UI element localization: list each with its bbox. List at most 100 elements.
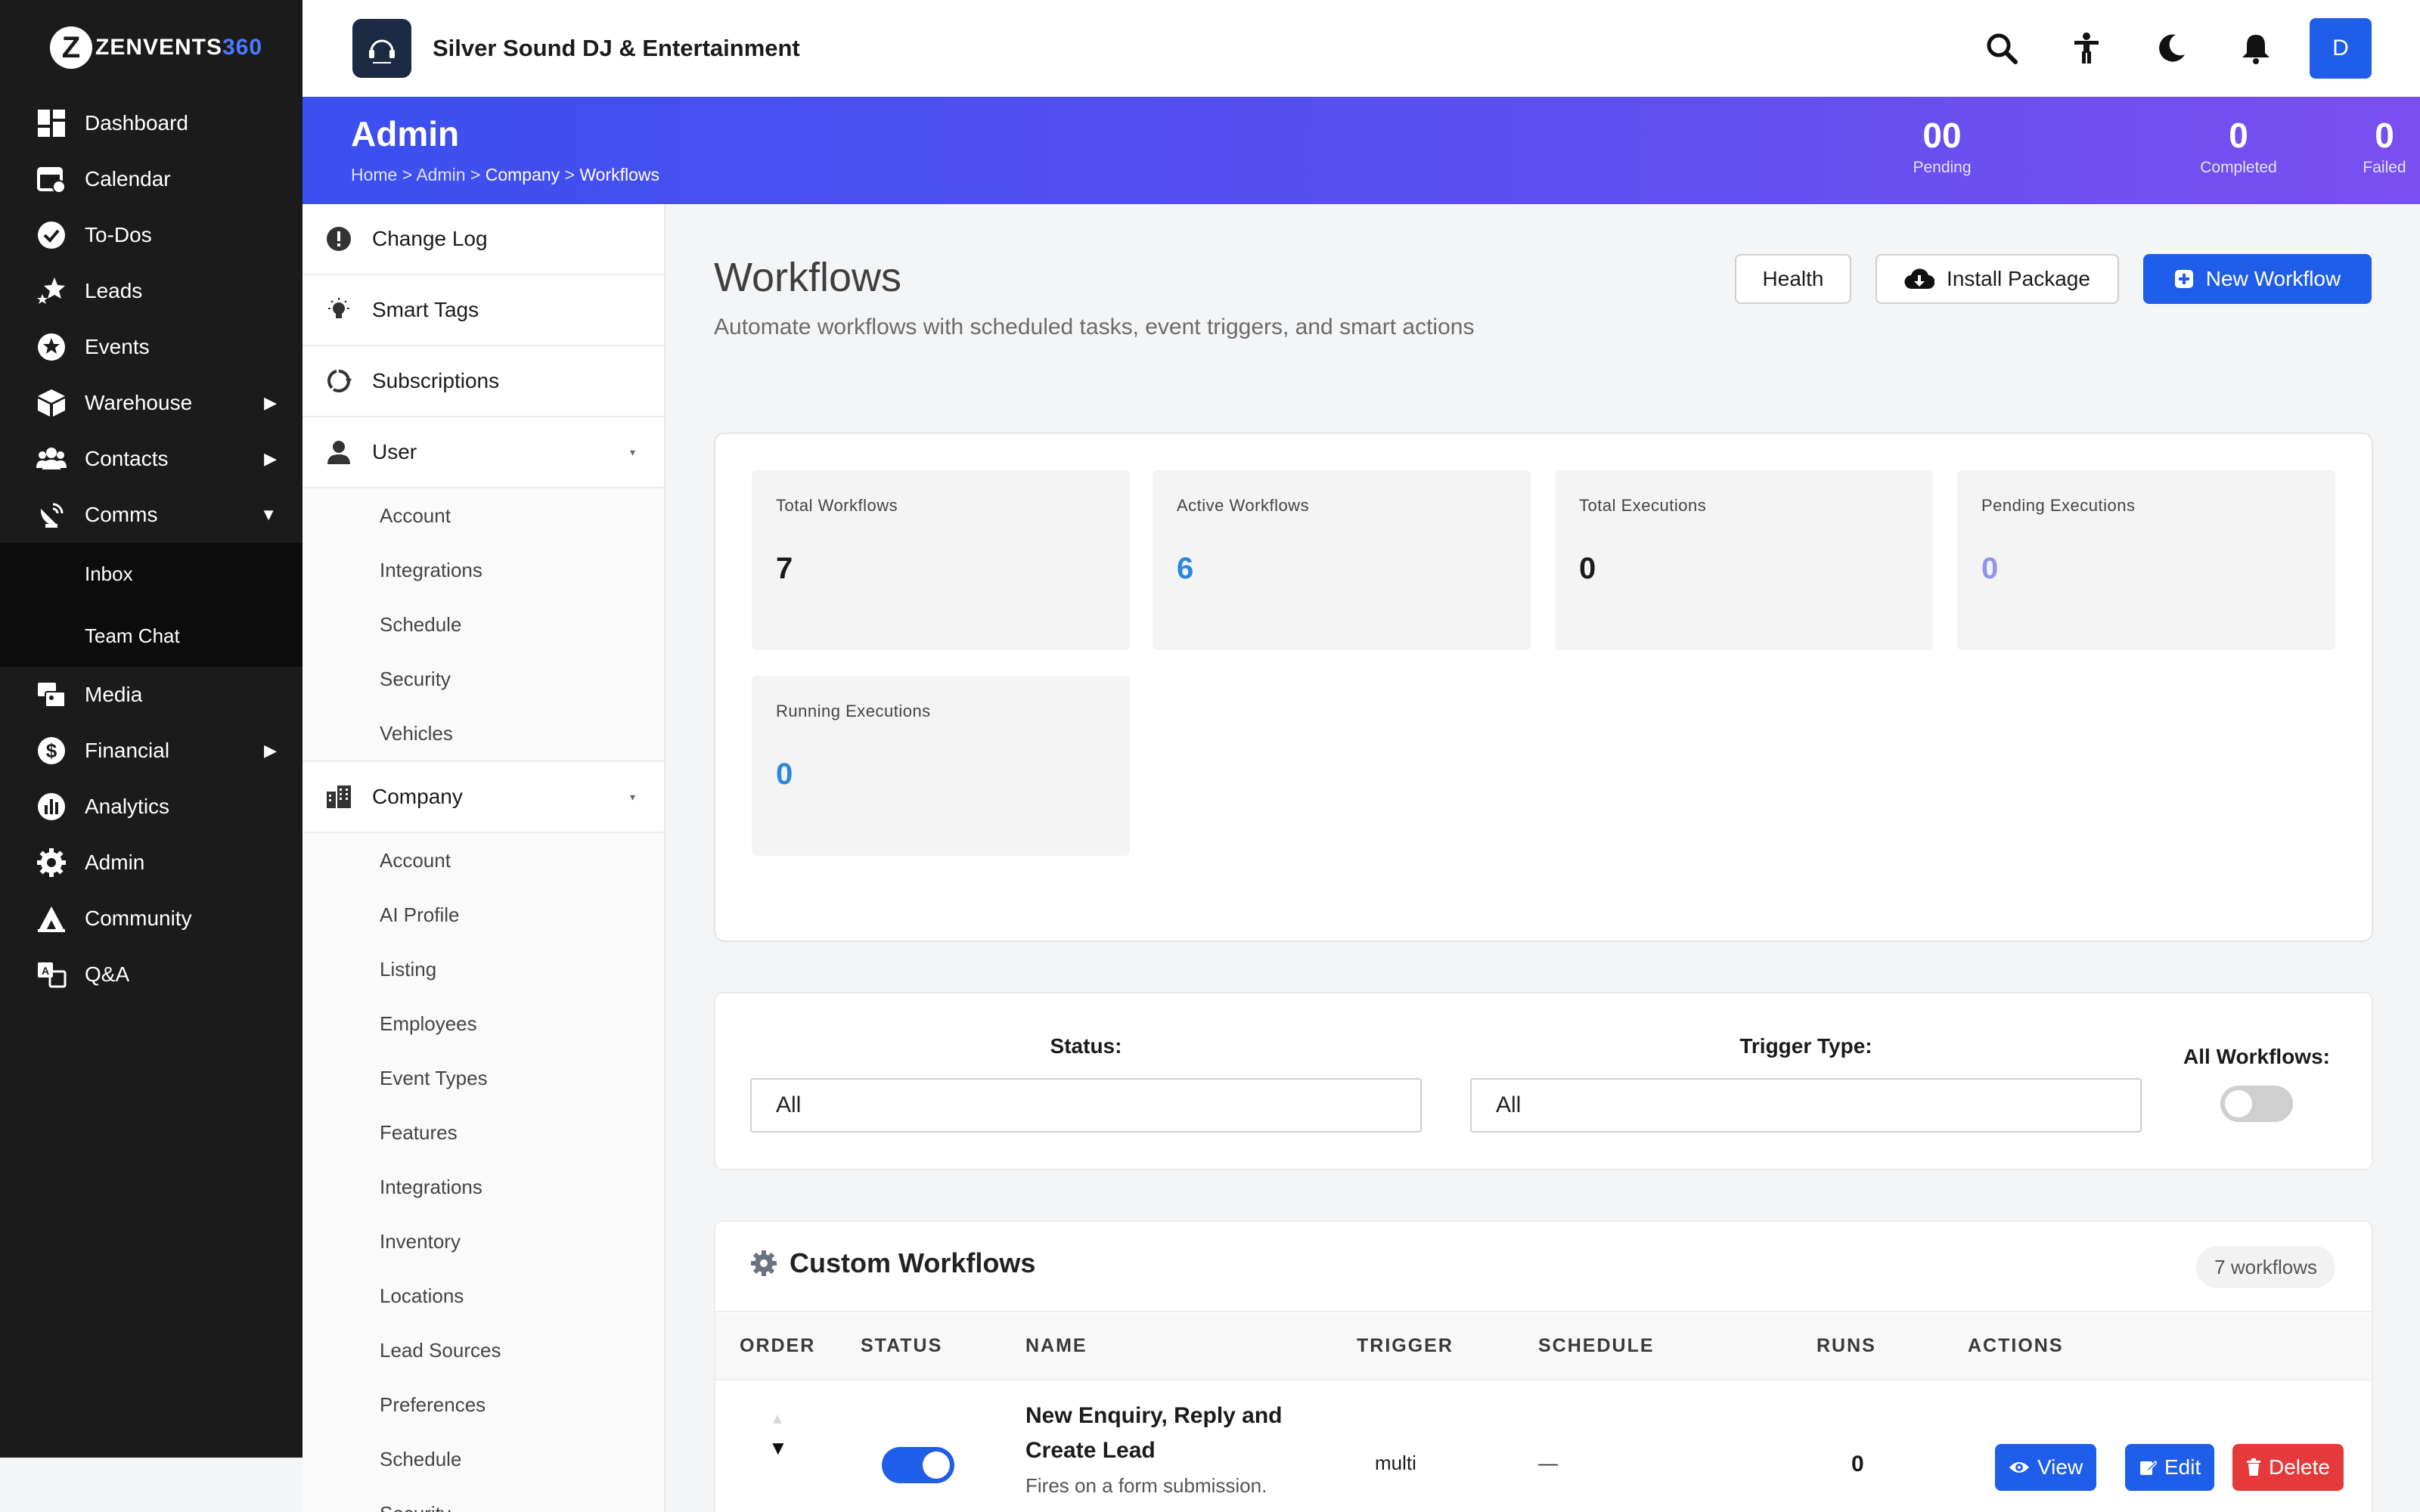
submenu-child-company-event-types[interactable]: Event Types (302, 1051, 664, 1105)
submenu-child-company-security[interactable]: Security (302, 1486, 664, 1512)
workflow-description: Fires on a form submission. (1025, 1474, 1267, 1497)
nav-item-analytics[interactable]: Analytics (0, 779, 302, 835)
order-down-arrow[interactable]: ▼ (768, 1436, 788, 1460)
column-header-schedule[interactable]: SCHEDULE (1538, 1335, 1655, 1357)
breadcrumb-home[interactable]: Home (351, 165, 397, 184)
trigger-filter-select[interactable]: All (1470, 1078, 2142, 1132)
health-button[interactable]: Health (1735, 254, 1851, 304)
submenu-item-change-log[interactable]: Change Log (302, 204, 664, 275)
nav-item-comms[interactable]: Comms ▼ (0, 487, 302, 543)
star-icon (35, 330, 68, 364)
moon-icon[interactable] (2140, 18, 2202, 79)
box-icon (35, 386, 68, 420)
company-logo[interactable] (352, 19, 411, 78)
nav-item-qa[interactable]: A Q&A (0, 947, 302, 1002)
caret-down-icon: ▾ (629, 790, 635, 803)
breadcrumb-separator: > (402, 165, 413, 184)
nav-item-media[interactable]: Media (0, 667, 302, 723)
stat-value: 0 (2229, 116, 2248, 155)
admin-banner: Admin Home > Admin > Company > Workflows… (302, 97, 2420, 204)
workflow-status-toggle[interactable] (882, 1447, 954, 1483)
brand-name: ZENVENTS360 (95, 35, 263, 60)
nav-item-calendar[interactable]: Calendar (0, 151, 302, 207)
nav-label: Analytics (85, 795, 170, 818)
submenu-child-company-account[interactable]: Account (302, 833, 664, 888)
submenu-child-user-integrations[interactable]: Integrations (302, 543, 664, 597)
submenu-item-user[interactable]: User ▾ (302, 417, 664, 488)
stat-card-label: Running Executions (776, 702, 931, 720)
submenu-child-company-schedule[interactable]: Schedule (302, 1432, 664, 1486)
table-header-row: ORDER STATUS NAME TRIGGER SCHEDULE RUNS … (715, 1314, 2372, 1380)
brand-logo[interactable]: Z ZENVENTS360 (0, 0, 302, 95)
all-workflows-toggle[interactable] (2220, 1086, 2293, 1122)
nav-item-todos[interactable]: To-Dos (0, 207, 302, 263)
submenu-child-company-lead-sources[interactable]: Lead Sources (302, 1323, 664, 1377)
svg-text:A: A (42, 965, 49, 977)
accessibility-icon[interactable] (2055, 18, 2118, 79)
stat-card-value: 7 (776, 552, 793, 585)
user-avatar[interactable]: D (2310, 18, 2372, 79)
column-header-order[interactable]: ORDER (740, 1335, 815, 1357)
breadcrumb: Home > Admin > Company > Workflows (351, 165, 659, 185)
submenu-child-company-locations[interactable]: Locations (302, 1269, 664, 1323)
install-package-button[interactable]: Install Package (1876, 254, 2119, 304)
submenu-child-user-security[interactable]: Security (302, 652, 664, 706)
submenu-child-company-ai-profile[interactable]: AI Profile (302, 888, 664, 942)
nav-item-warehouse[interactable]: Warehouse ▶ (0, 375, 302, 431)
dollar-icon: $ (35, 734, 68, 767)
status-filter-select[interactable]: All (750, 1078, 1422, 1132)
company-name: Silver Sound DJ & Entertainment (433, 35, 800, 61)
user-icon (324, 437, 354, 467)
submenu-child-user-account[interactable]: Account (302, 488, 664, 543)
edit-button[interactable]: Edit (2125, 1444, 2215, 1491)
comms-submenu: Inbox Team Chat (0, 543, 302, 667)
nav-item-admin[interactable]: Admin (0, 835, 302, 891)
nav-item-events[interactable]: Events (0, 319, 302, 375)
workflow-name[interactable]: New Enquiry, Reply and Create Lead (1025, 1399, 1320, 1468)
nav-item-community[interactable]: Community (0, 891, 302, 947)
nav-item-dashboard[interactable]: Dashboard (0, 95, 302, 151)
button-label: Health (1762, 267, 1824, 290)
breadcrumb-admin[interactable]: Admin (416, 165, 465, 184)
stat-card-total-workflows: Total Workflows 7 (752, 470, 1130, 650)
view-button[interactable]: View (1995, 1444, 2097, 1491)
trigger-filter-label: Trigger Type: (1739, 1034, 1872, 1058)
check-circle-icon (35, 218, 68, 252)
submenu-child-company-preferences[interactable]: Preferences (302, 1377, 664, 1432)
submenu-child-company-integrations[interactable]: Integrations (302, 1160, 664, 1214)
search-icon[interactable] (1971, 18, 2033, 79)
stat-card-total-executions: Total Executions 0 (1555, 470, 1933, 650)
column-header-status[interactable]: STATUS (861, 1335, 942, 1357)
bell-icon[interactable] (2225, 18, 2287, 79)
submenu-child-company-features[interactable]: Features (302, 1105, 664, 1160)
column-header-trigger[interactable]: TRIGGER (1357, 1335, 1454, 1357)
column-header-runs[interactable]: RUNS (1817, 1335, 1876, 1357)
nav-item-financial[interactable]: $ Financial ▶ (0, 723, 302, 779)
new-workflow-button[interactable]: New Workflow (2143, 254, 2372, 304)
breadcrumb-company[interactable]: Company (486, 165, 560, 184)
toggle-knob (2225, 1090, 2252, 1117)
nav-item-leads[interactable]: Leads (0, 263, 302, 319)
submenu-item-company[interactable]: Company ▾ (302, 762, 664, 833)
button-label: Delete (2269, 1455, 2330, 1479)
column-header-name[interactable]: NAME (1025, 1335, 1087, 1357)
chevron-right-icon: ▶ (264, 393, 277, 412)
submenu-child-user-schedule[interactable]: Schedule (302, 597, 664, 652)
order-up-arrow[interactable]: ▲ (770, 1411, 785, 1428)
submenu-item-subscriptions[interactable]: Subscriptions (302, 346, 664, 417)
submenu-item-smart-tags[interactable]: Smart Tags (302, 275, 664, 346)
submenu-label: Change Log (372, 227, 488, 250)
submenu-child-company-listing[interactable]: Listing (302, 942, 664, 996)
submenu-child-company-inventory[interactable]: Inventory (302, 1214, 664, 1269)
stat-value: 00 (1922, 116, 1962, 155)
submenu-child-user-vehicles[interactable]: Vehicles (302, 706, 664, 762)
submenu-child-company-employees[interactable]: Employees (302, 996, 664, 1051)
language-icon: A (35, 958, 68, 991)
delete-button[interactable]: Delete (2232, 1444, 2344, 1491)
nav-item-contacts[interactable]: Contacts ▶ (0, 431, 302, 487)
nav-subitem-inbox[interactable]: Inbox (0, 543, 302, 605)
gauge-icon (35, 790, 68, 823)
nav-subitem-team-chat[interactable]: Team Chat (0, 605, 302, 667)
plus-square-icon (2174, 269, 2194, 289)
eye-icon (2009, 1460, 2030, 1475)
